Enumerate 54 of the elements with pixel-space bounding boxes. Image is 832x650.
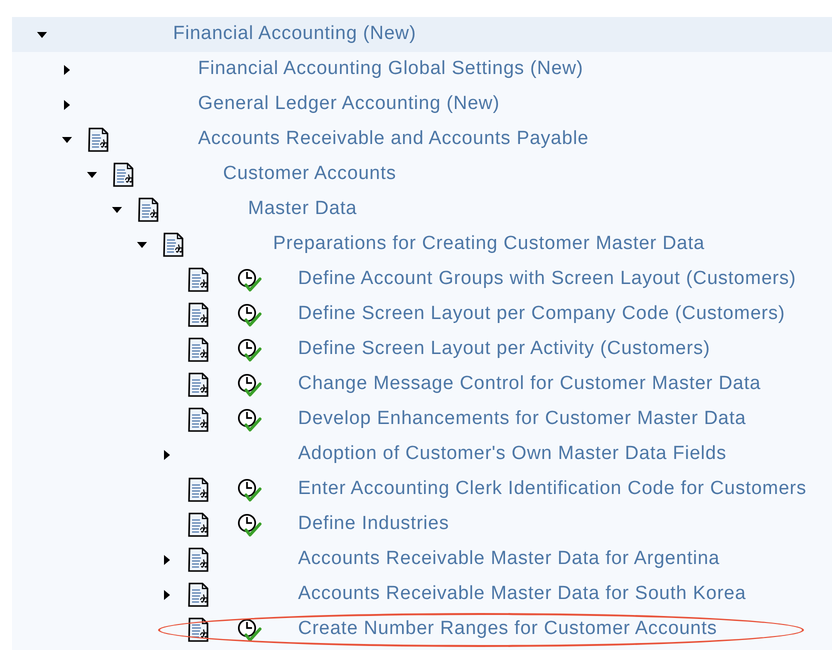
tree-item-label[interactable]: Accounts Receivable and Accounts Payable	[198, 125, 589, 154]
tree-item-label[interactable]: Create Number Ranges for Customer Accounts	[298, 615, 718, 644]
tree-row[interactable]: Develop Enhancements for Customer Master Data	[12, 402, 832, 437]
tree-item-label[interactable]: Master Data	[248, 195, 357, 224]
tree-item-label[interactable]: Enter Accounting Clerk Identification Code for Customers	[298, 475, 807, 504]
tree-item-label[interactable]: Preparations for Creating Customer Master Data	[273, 230, 705, 259]
collapse-arrow-icon[interactable]	[37, 30, 47, 40]
clock-check-icon[interactable]	[237, 372, 263, 396]
expand-arrow-icon[interactable]	[162, 450, 172, 460]
collapse-arrow-icon[interactable]	[112, 204, 122, 214]
clock-check-icon[interactable]	[237, 478, 263, 502]
collapse-arrow-icon[interactable]	[87, 170, 97, 180]
tree-row[interactable]: Adoption of Customer's Own Master Data Fields	[12, 437, 832, 472]
collapse-arrow-icon[interactable]	[62, 134, 72, 144]
tree-row[interactable]: General Ledger Accounting (New)	[12, 87, 832, 122]
tree-item-label[interactable]: Customer Accounts	[223, 160, 396, 189]
clock-check-icon[interactable]	[237, 408, 263, 432]
tree-row[interactable]: Define Screen Layout per Activity (Customers)	[12, 332, 832, 367]
tree-item-label[interactable]: Change Message Control for Customer Master Data	[298, 370, 761, 399]
tree-row[interactable]: Define Industries	[12, 507, 832, 542]
tree-row[interactable]: Enter Accounting Clerk Identification Code for Customers	[12, 472, 832, 507]
tree-row[interactable]: Accounts Receivable Master Data for Argentina	[12, 542, 832, 577]
tree-item-label[interactable]: Define Industries	[298, 510, 450, 539]
clock-check-icon[interactable]	[237, 268, 263, 292]
expand-arrow-icon[interactable]	[162, 590, 172, 600]
tree-item-label[interactable]: Financial Accounting (New)	[173, 20, 416, 49]
expand-arrow-icon[interactable]	[62, 64, 72, 74]
tree-row[interactable]: Customer Accounts	[12, 157, 832, 192]
tree-row[interactable]: Define Account Groups with Screen Layout (Customers)	[12, 262, 832, 297]
tree-row[interactable]: Financial Accounting Global Settings (New)	[12, 52, 832, 87]
tree-row[interactable]: Change Message Control for Customer Master Data	[12, 367, 832, 402]
tree-row[interactable]: Define Screen Layout per Company Code (Customers)	[12, 297, 832, 332]
tree-row[interactable]: Accounts Receivable and Accounts Payable	[12, 122, 832, 157]
clock-check-icon[interactable]	[237, 618, 263, 642]
tree-item-label[interactable]: Accounts Receivable Master Data for Argentina	[298, 545, 720, 574]
tree-item-label[interactable]: Define Screen Layout per Company Code (Customers)	[298, 300, 786, 329]
collapse-arrow-icon[interactable]	[137, 240, 147, 250]
clock-check-icon[interactable]	[237, 512, 263, 536]
tree-row[interactable]: Preparations for Creating Customer Master Data	[12, 227, 832, 262]
tree-item-label[interactable]: Define Screen Layout per Activity (Customers)	[298, 335, 710, 364]
tree-item-label[interactable]: Adoption of Customer's Own Master Data Fields	[298, 440, 726, 469]
clock-check-icon[interactable]	[237, 338, 263, 362]
tree-row[interactable]: Accounts Receivable Master Data for South Korea	[12, 577, 832, 612]
expand-arrow-icon[interactable]	[62, 100, 72, 110]
tree-item-label[interactable]: General Ledger Accounting (New)	[198, 90, 500, 119]
tree-item-label[interactable]: Financial Accounting Global Settings (New)	[198, 55, 584, 84]
clock-check-icon[interactable]	[237, 302, 263, 326]
tree-item-label[interactable]: Accounts Receivable Master Data for South Korea	[298, 580, 746, 609]
expand-arrow-icon[interactable]	[162, 554, 172, 564]
tree-item-label[interactable]: Develop Enhancements for Customer Master Data	[298, 405, 746, 434]
tree-row[interactable]: Create Number Ranges for Customer Accounts	[12, 612, 832, 647]
tree-row[interactable]: Financial Accounting (New)	[12, 17, 832, 52]
tree-item-label[interactable]: Define Account Groups with Screen Layout (Customers)	[298, 265, 796, 294]
tree-row[interactable]: Master Data	[12, 192, 832, 227]
